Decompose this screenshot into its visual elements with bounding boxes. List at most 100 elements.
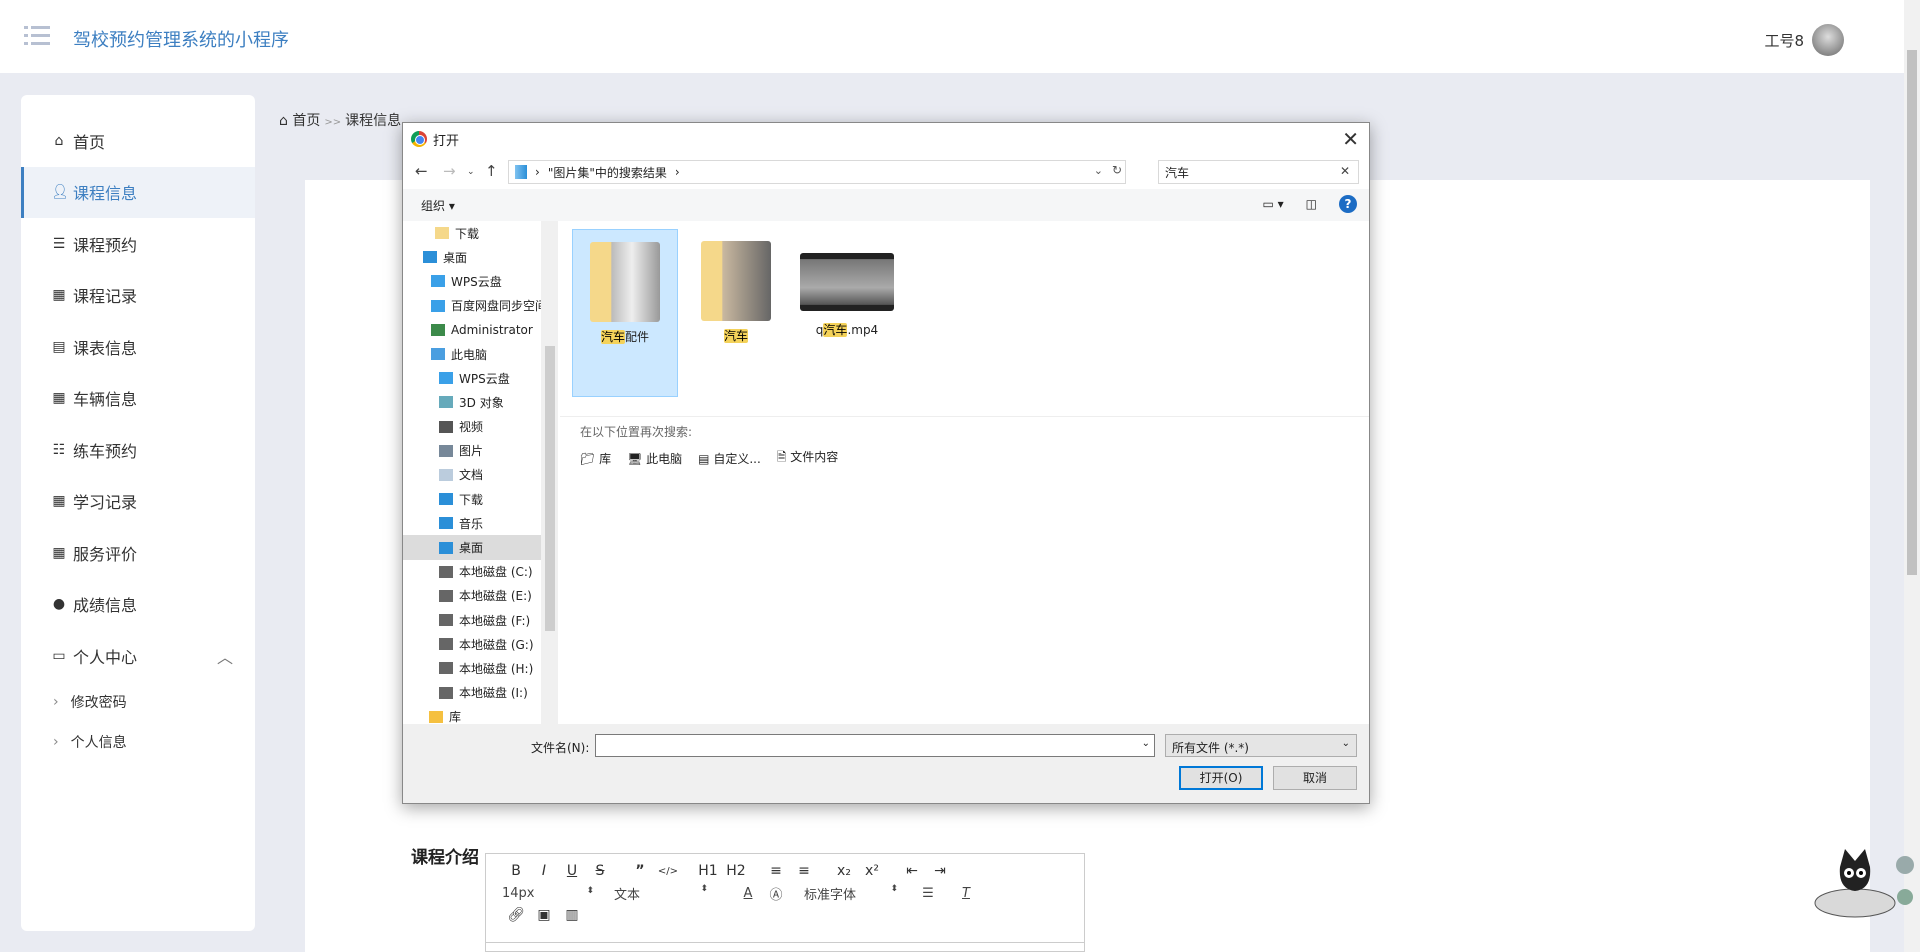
preview-pane-icon[interactable]: ◫ [1306,197,1317,211]
background-color-icon[interactable]: Ⓐ [762,884,790,903]
search-this-pc-link[interactable]: 🖥︎ 此电脑 [627,450,682,467]
nav-pane-item[interactable]: 库 [403,705,558,726]
font-size-select[interactable]: 14px ⬍ [502,886,614,901]
sidebar-subitem-personal-info[interactable]: › 个人信息 [21,722,255,762]
bullet-list-button[interactable]: ≡ [790,863,818,879]
back-arrow-icon[interactable]: ← [415,162,428,180]
nav-pane-item[interactable]: 本地磁盘 (G:) [403,632,558,656]
close-icon[interactable]: ✕ [1342,127,1359,151]
chevron-down-icon[interactable]: ⌄ [1142,738,1150,749]
bold-button[interactable]: B [502,863,530,879]
menu-toggle-icon[interactable] [24,26,50,46]
nav-pane-item[interactable]: 桌面 [403,245,558,269]
font-color-icon[interactable]: A [734,886,762,901]
blockquote-button[interactable]: ” [626,863,654,879]
nav-scrollbar[interactable] [541,221,558,726]
nav-pane-item[interactable]: 文档 [403,463,558,487]
nav-pane-item[interactable]: 下载 [403,221,558,245]
nav-scrollbar-thumb[interactable] [545,346,555,631]
nav-pane-item[interactable]: WPS云盘 [403,366,558,390]
nav-pane-item[interactable]: 本地磁盘 (F:) [403,608,558,632]
underline-button[interactable]: U [558,863,586,879]
page-scrollbar[interactable] [1904,0,1920,952]
file-item[interactable]: 汽车 [683,229,789,397]
indent-button[interactable]: ⇥ [926,863,954,879]
search-custom-link[interactable]: ▤ 自定义... [698,450,761,467]
rich-text-editor[interactable]: B I U S ” </> H1 H2 ≡ ≡ x₂ x² ⇤ ⇥ 14px ⬍ … [485,853,1085,952]
h2-button[interactable]: H2 [722,863,750,879]
nav-pane-item[interactable]: WPS云盘 [403,269,558,293]
sidebar-item-personal-center[interactable]: ▭ 个人中心 ︿ [21,630,255,682]
align-icon[interactable]: ☰ [914,886,942,901]
h1-button[interactable]: H1 [694,863,722,879]
breadcrumb-home[interactable]: 首页 [292,113,320,129]
user-menu[interactable]: 工号8 [1764,24,1844,56]
view-options-icon[interactable]: ▭ ▾ [1262,197,1283,211]
chevron-down-icon[interactable]: ⌄ [1094,164,1103,177]
sidebar-item-vehicles[interactable]: ▦ 车辆信息 [21,373,255,425]
nav-pane-item[interactable]: Administrator [403,318,558,342]
strike-button[interactable]: S [586,863,614,879]
search-input[interactable]: 汽车 ✕ [1158,160,1359,184]
sidebar-item-home[interactable]: ⌂ 首页 [21,115,255,167]
address-bar[interactable]: › "图片集"中的搜索结果 › ⌄ ↻ [508,160,1126,184]
scrollbar-thumb[interactable] [1907,50,1917,575]
nav-pane-item[interactable]: 图片 [403,439,558,463]
nav-pane-item[interactable]: 3D 对象 [403,390,558,414]
nav-pane-item[interactable]: 视频 [403,415,558,439]
clipboard-icon: ▤ [52,338,66,355]
clear-search-icon[interactable]: ✕ [1340,164,1350,178]
forward-arrow-icon[interactable]: → [443,162,456,180]
nav-pane-item[interactable]: 本地磁盘 (E:) [403,584,558,608]
font-family-select[interactable]: 标准字体 ⬍ [804,884,904,903]
nav-pane-item[interactable]: 百度网盘同步空间 [403,294,558,318]
search-library-link[interactable]: 📁︎ 库 [580,450,611,467]
sidebar-item-practice-booking[interactable]: ☷ 练车预约 [21,424,255,476]
nav-pane-item[interactable]: 本地磁盘 (C:) [403,560,558,584]
code-button[interactable]: </> [654,866,682,877]
nav-pane-label: 本地磁盘 (C:) [459,565,533,580]
video-icon[interactable]: ▥ [558,907,586,923]
nav-pane-item[interactable]: 本地磁盘 (I:) [403,681,558,705]
sidebar-subitem-change-password[interactable]: › 修改密码 [21,682,255,722]
sidebar-item-scores[interactable]: ● 成绩信息 [21,579,255,631]
sidebar-item-study-records[interactable]: ▦ 学习记录 [21,476,255,528]
file-item[interactable]: q汽车.mp4 [794,229,900,397]
cancel-button[interactable]: 取消 [1273,766,1357,790]
nav-pane-label: WPS云盘 [451,274,502,289]
nav-pane-item[interactable]: 桌面 [403,535,558,560]
sidebar-item-course-info[interactable]: 👤︎ 课程信息 [21,166,255,218]
outdent-button[interactable]: ⇤ [898,863,926,879]
sidebar-item-reviews[interactable]: ▦ 服务评价 [21,527,255,579]
superscript-button[interactable]: x² [858,863,886,879]
nav-pane-item[interactable]: 本地磁盘 (H:) [403,656,558,680]
open-button[interactable]: 打开(O) [1179,766,1263,790]
filename-input[interactable]: ⌄ [595,734,1155,757]
block-type-select[interactable]: 文本 ⬍ [614,884,734,903]
clear-format-icon[interactable]: T [952,886,980,901]
sidebar-item-schedule[interactable]: ▤ 课表信息 [21,321,255,373]
chrome-icon [411,131,427,147]
sidebar-item-course-booking[interactable]: ☰ 课程预约 [21,218,255,270]
refresh-icon[interactable]: ↻ [1112,163,1122,177]
filetype-select[interactable]: 所有文件 (*.*) ⌄ [1165,734,1357,757]
avatar[interactable] [1812,24,1844,56]
organize-button[interactable]: 组织 ▾ [421,197,455,214]
nav-pane-label: 桌面 [443,250,468,265]
nav-pane-item[interactable]: 音乐 [403,511,558,535]
nav-pane-item[interactable]: 此电脑 [403,342,558,366]
nav-pane-item[interactable]: 下载 [403,487,558,511]
breadcrumb-separator: >> [324,117,342,128]
link-icon[interactable]: 🔗︎ [502,907,530,923]
address-row: ← → ⌄ ↑ › "图片集"中的搜索结果 › ⌄ ↻ 汽车 ✕ [403,160,1369,184]
help-icon[interactable]: ? [1339,195,1357,213]
subscript-button[interactable]: x₂ [830,863,858,879]
ordered-list-button[interactable]: ≡ [762,863,790,879]
image-icon[interactable]: ▣ [530,907,558,923]
italic-button[interactable]: I [530,863,558,879]
sidebar-item-course-records[interactable]: ▦ 课程记录 [21,270,255,322]
file-item[interactable]: 汽车配件 [572,229,678,397]
up-arrow-icon[interactable]: ↑ [485,162,498,180]
search-file-contents-link[interactable]: 🗎︎ 文件内容 [777,448,838,469]
recent-chevron-icon[interactable]: ⌄ [467,167,475,177]
